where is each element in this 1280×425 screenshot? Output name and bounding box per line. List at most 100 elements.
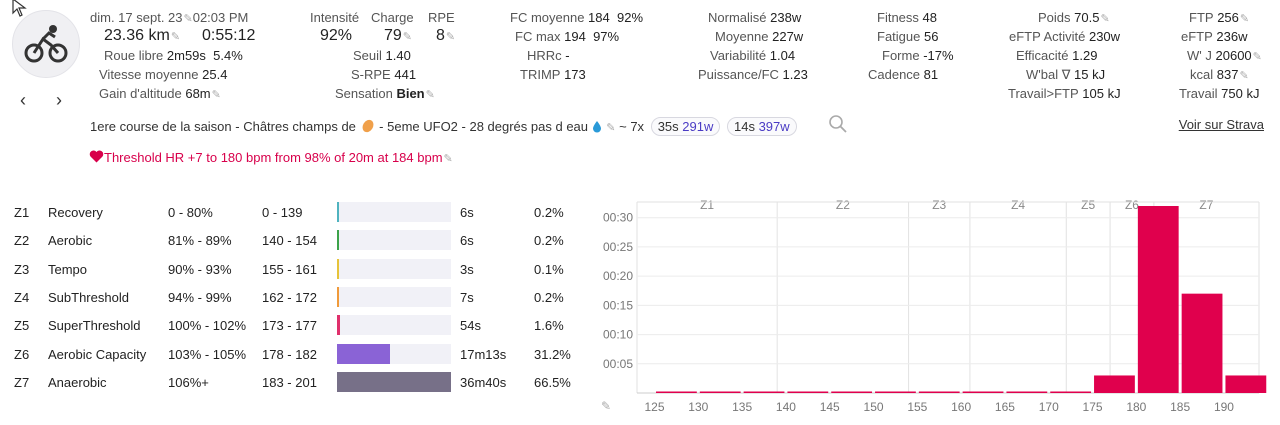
zone-share: 0.1%	[534, 261, 564, 277]
x-tick-label: 165	[995, 400, 1015, 414]
travail-ftp-row: Travail>FTP 105 kJ	[1008, 86, 1121, 101]
pencil-icon[interactable]: ✎	[212, 89, 221, 101]
zone-bpm-range: 173 - 177	[262, 318, 317, 334]
zone-percent-range: 0 - 80%	[168, 205, 213, 220]
zone-bar-track	[337, 315, 451, 336]
pencil-icon[interactable]: ✎	[446, 31, 455, 43]
distance-value[interactable]: 23.36 km✎	[104, 27, 180, 45]
ftp-row[interactable]: FTP 256✎	[1189, 10, 1249, 25]
zone-row: Z4 SubThreshold 94% - 99% 162 - 172 7s 0.2%	[14, 285, 574, 313]
pencil-icon[interactable]: ✎	[444, 153, 453, 165]
zone-name: Anaerobic	[48, 374, 107, 390]
intensite-value: 92%	[320, 27, 353, 44]
zone-bar-fill	[337, 371, 451, 392]
x-tick-label: 145	[820, 400, 840, 414]
histogram-bar	[1006, 391, 1048, 393]
zone-share: 1.6%	[534, 318, 564, 334]
histogram-bar	[918, 391, 960, 393]
zone-bar-track	[337, 286, 451, 307]
normalise-row: Normalisé 238w	[708, 10, 802, 25]
zone-percent-range: 81% - 89%	[168, 233, 232, 249]
zone-name: Recovery	[48, 205, 103, 220]
pencil-icon[interactable]: ✎	[1253, 51, 1262, 63]
zone-share: 66.5%	[534, 374, 571, 390]
pencil-icon[interactable]: ✎	[1239, 70, 1248, 82]
pencil-icon[interactable]: ✎	[1240, 13, 1249, 25]
zone-percent-range: 100% - 102%	[168, 318, 247, 334]
zone-row: Z6 Aerobic Capacity 103% - 105% 178 - 182 17…	[14, 342, 574, 370]
fc-max-row: FC max 194 97%	[515, 29, 620, 44]
sensation-row[interactable]: Sensation Bien✎	[335, 86, 435, 101]
wbal-row: W'bal ∇ 15 kJ	[1026, 67, 1106, 82]
zone-bpm-range: 155 - 161	[262, 261, 317, 277]
zone-bar-track	[337, 202, 451, 222]
seuil-row: Seuil 1.40	[353, 48, 411, 63]
histogram-bar	[875, 391, 916, 393]
x-tick-label: 180	[1126, 400, 1146, 414]
zone-bar-track	[337, 371, 451, 392]
strava-link[interactable]: Voir sur Strava	[1179, 117, 1264, 132]
zone-id: Z6	[14, 346, 30, 362]
charge-label: Charge	[371, 10, 414, 25]
zone-id: Z3	[14, 261, 30, 277]
x-tick-label: 185	[1170, 400, 1190, 414]
x-tick-label: 135	[732, 400, 752, 414]
pencil-icon[interactable]: ✎	[403, 31, 412, 43]
chevron-right-icon[interactable]: ›	[56, 90, 62, 111]
zone-band-label: Z2	[836, 198, 850, 212]
zone-time: 7s	[460, 289, 474, 305]
hr-histogram-chart: Z1 Z2 Z3 Z4 Z5 Z6 Z7 00:05 00:10 00:15 00:20 00:25 0…	[595, 190, 1275, 420]
kcal-row[interactable]: kcal 837✎	[1190, 67, 1249, 82]
pencil-icon[interactable]: ✎	[426, 89, 435, 101]
fc-moyenne-row: FC moyenne 184 92%	[510, 10, 644, 25]
zone-bar-track	[337, 343, 451, 364]
activity-date[interactable]: dim. 17 sept. 23✎02:03 PM	[90, 10, 248, 25]
duration-value: 0:55:12	[202, 27, 256, 44]
poids-row[interactable]: Poids 70.5✎	[1038, 10, 1110, 25]
y-tick-label: 00:10	[603, 328, 633, 342]
zone-id: Z2	[14, 233, 30, 249]
y-tick-label: 00:20	[603, 269, 633, 283]
histogram-bar	[656, 391, 697, 393]
zone-name: SubThreshold	[48, 289, 129, 305]
x-tick-label: 125	[645, 400, 665, 414]
srpe-row: S-RPE 441	[351, 67, 417, 82]
activity-type-avatar	[12, 10, 80, 78]
zone-share: 0.2%	[534, 289, 564, 305]
search-icon[interactable]	[828, 114, 848, 134]
threshold-note[interactable]: Threshold HR +7 to 180 bpm from 98% of 2…	[89, 150, 453, 165]
zone-bpm-range: 183 - 201	[262, 374, 317, 390]
charge-value[interactable]: 79✎	[384, 27, 412, 45]
zone-bpm-range: 178 - 182	[262, 346, 317, 362]
interval-chip[interactable]: 35s 291w	[650, 117, 721, 136]
water-drop-icon	[592, 121, 601, 133]
x-tick-label: 160	[951, 400, 971, 414]
zone-time: 17m13s	[460, 346, 507, 362]
rpe-label: RPE	[428, 10, 455, 25]
interval-chip[interactable]: 14s 397w	[726, 117, 797, 136]
rpe-value[interactable]: 8✎	[436, 27, 455, 45]
zone-time: 6s	[460, 233, 474, 249]
roue-libre-row: Roue libre 2m59s 5.4%	[104, 48, 243, 63]
zone-percent-range: 94% - 99%	[168, 289, 232, 305]
y-tick-label: 00:15	[603, 298, 633, 312]
pencil-icon[interactable]: ✎	[184, 13, 193, 25]
x-tick-label: 140	[776, 400, 796, 414]
zone-name: SuperThreshold	[48, 318, 141, 334]
pencil-icon[interactable]: ✎	[1100, 13, 1109, 25]
variabilite-row: Variabilité 1.04	[710, 48, 796, 63]
pencil-icon[interactable]: ✎	[606, 122, 615, 134]
x-tick-label: 155	[907, 400, 927, 414]
zone-percent-range: 103% - 105%	[168, 346, 247, 362]
zone-bpm-range: 0 - 139	[262, 205, 303, 220]
x-tick-label: 170	[1039, 400, 1059, 414]
chevron-left-icon[interactable]: ‹	[20, 90, 26, 111]
moyenne-row: Moyenne 227w	[715, 29, 804, 44]
pencil-icon[interactable]: ✎	[171, 31, 180, 43]
zone-name: Aerobic	[48, 233, 93, 249]
zone-bar-fill	[337, 230, 339, 251]
wj-row[interactable]: W' J 20600✎	[1187, 48, 1262, 63]
fitness-row: Fitness 48	[877, 10, 937, 25]
zone-bar-track	[337, 258, 451, 279]
activity-description[interactable]: 1ere course de la saison - Châtres champ…	[90, 117, 797, 136]
